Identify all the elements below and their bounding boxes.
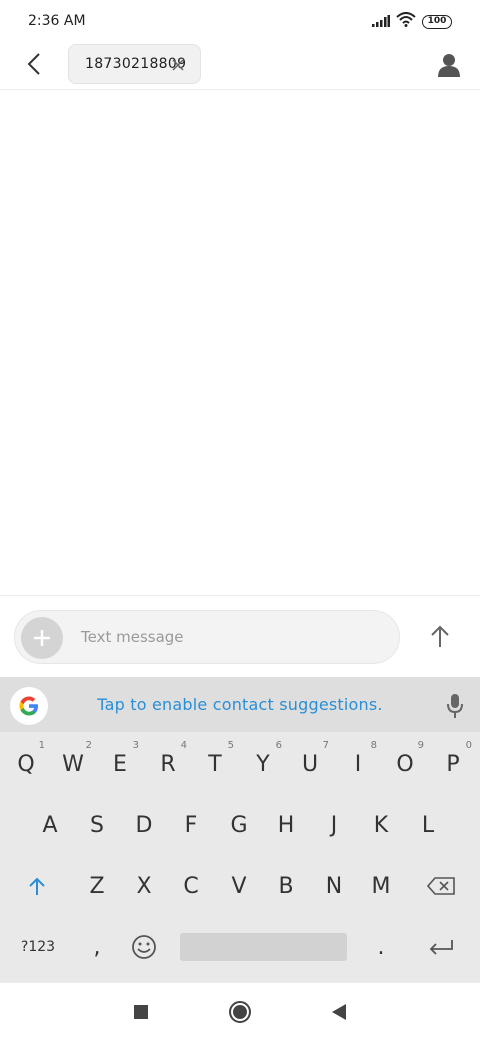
comma-key[interactable]: , <box>74 921 120 973</box>
backspace-key[interactable] <box>418 860 464 912</box>
message-input-placeholder: Text message <box>81 628 184 646</box>
recents-button[interactable] <box>126 997 156 1027</box>
emoji-icon <box>132 935 156 959</box>
key-k[interactable]: K <box>358 799 404 851</box>
back-arrow-icon <box>27 53 40 75</box>
shift-icon <box>29 877 45 895</box>
key-n[interactable]: N <box>311 860 357 912</box>
remove-recipient-icon[interactable] <box>170 57 186 73</box>
send-button[interactable] <box>426 620 454 652</box>
conversation-area <box>0 91 480 595</box>
key-q[interactable]: Q1 <box>3 738 49 790</box>
shift-key[interactable] <box>14 860 60 912</box>
key-z[interactable]: Z <box>74 860 120 912</box>
plus-icon <box>34 630 50 646</box>
key-e[interactable]: E3 <box>97 738 143 790</box>
status-bar: 2:36 AM 100 <box>0 0 480 42</box>
key-f[interactable]: F <box>168 799 214 851</box>
key-p[interactable]: P0 <box>430 738 476 790</box>
symbols-key[interactable]: ?123 <box>15 921 61 973</box>
key-d[interactable]: D <box>121 799 167 851</box>
key-u[interactable]: U7 <box>287 738 333 790</box>
key-l[interactable]: L <box>405 799 451 851</box>
key-r[interactable]: R4 <box>145 738 191 790</box>
enter-key[interactable] <box>418 921 464 973</box>
key-x[interactable]: X <box>121 860 167 912</box>
home-button[interactable] <box>225 997 255 1027</box>
square-icon <box>134 1005 148 1019</box>
message-field[interactable]: Text message <box>14 610 400 664</box>
suggestion-bar: Tap to enable contact suggestions. <box>0 677 480 732</box>
add-attachment-button[interactable] <box>21 617 63 659</box>
backspace-icon <box>427 877 455 895</box>
recipient-chip[interactable]: 18730218809 <box>68 44 201 84</box>
key-h[interactable]: H <box>263 799 309 851</box>
keyboard: Tap to enable contact suggestions. Q1 W2… <box>0 677 480 982</box>
key-v[interactable]: V <box>216 860 262 912</box>
navigation-bar <box>0 982 480 1040</box>
microphone-icon[interactable] <box>444 691 466 721</box>
back-nav-button[interactable] <box>324 997 354 1027</box>
key-w[interactable]: W2 <box>50 738 96 790</box>
key-i[interactable]: I8 <box>335 738 381 790</box>
signal-icon <box>372 12 390 31</box>
key-b[interactable]: B <box>263 860 309 912</box>
up-arrow-icon <box>431 625 449 647</box>
key-y[interactable]: Y6 <box>240 738 286 790</box>
space-key[interactable] <box>180 933 347 961</box>
key-s[interactable]: S <box>74 799 120 851</box>
period-key[interactable]: . <box>358 921 404 973</box>
key-t[interactable]: T5 <box>192 738 238 790</box>
wifi-icon <box>396 12 416 31</box>
status-icons: 100 <box>372 12 452 31</box>
conversation-header: 18730218809 <box>0 42 480 90</box>
compose-bar: Text message <box>0 595 480 677</box>
key-m[interactable]: M <box>358 860 404 912</box>
contact-suggestions-prompt[interactable]: Tap to enable contact suggestions. <box>0 695 480 714</box>
back-button[interactable] <box>20 50 48 78</box>
key-g[interactable]: G <box>216 799 262 851</box>
key-o[interactable]: O9 <box>382 738 428 790</box>
enter-icon <box>429 940 453 955</box>
battery-icon: 100 <box>422 14 452 29</box>
home-circle-icon <box>229 1001 251 1023</box>
key-c[interactable]: C <box>168 860 214 912</box>
contact-icon[interactable] <box>434 50 464 80</box>
triangle-back-icon <box>332 1004 346 1020</box>
emoji-key[interactable] <box>121 921 167 973</box>
key-a[interactable]: A <box>27 799 73 851</box>
key-j[interactable]: J <box>311 799 357 851</box>
status-time: 2:36 AM <box>28 13 86 29</box>
